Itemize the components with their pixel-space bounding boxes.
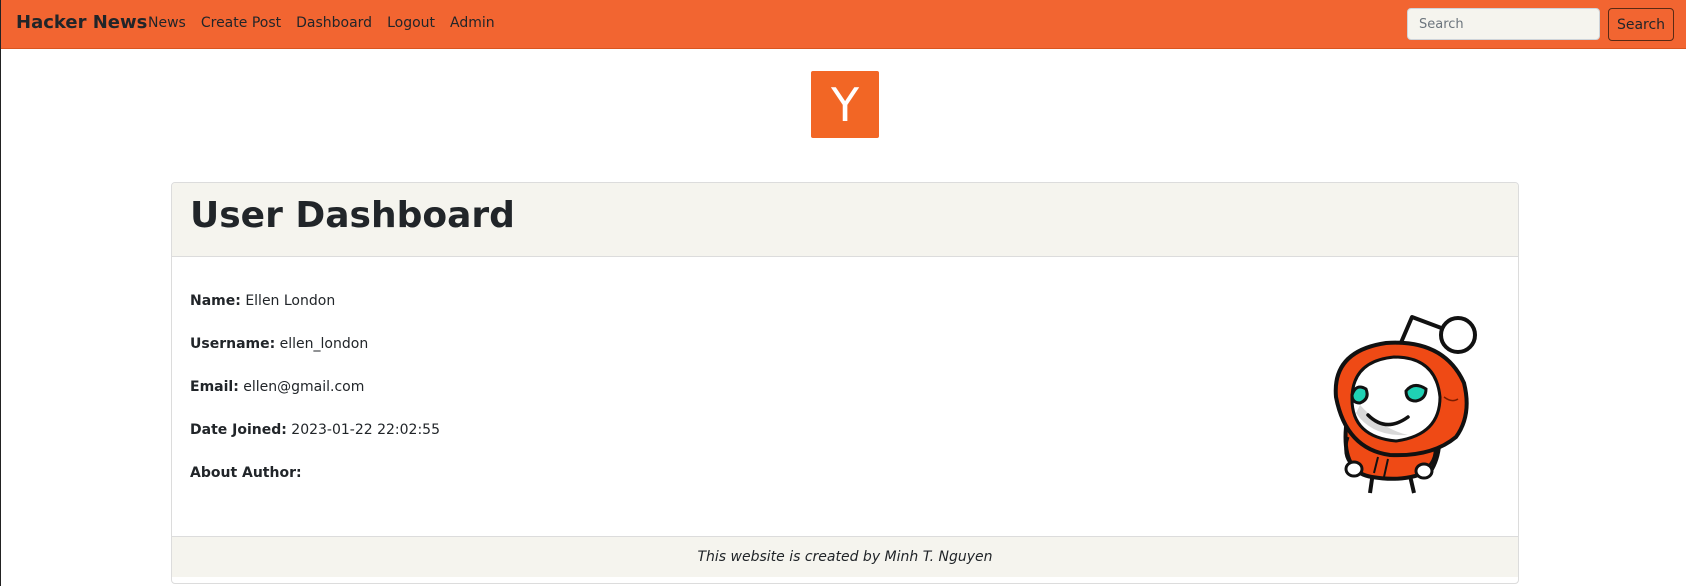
page-title: User Dashboard	[190, 195, 515, 236]
nav-link-logout[interactable]: Logout	[387, 15, 435, 31]
search-button[interactable]: Search	[1608, 8, 1674, 41]
nav-link-news[interactable]: News	[148, 15, 186, 31]
info-row-email: Email: ellen@gmail.com	[190, 379, 440, 422]
info-label: Username:	[190, 336, 276, 352]
info-label: Email:	[190, 379, 239, 395]
nav-links: News Create Post Dashboard Logout Admin	[148, 15, 495, 31]
nav-link-create-post[interactable]: Create Post	[201, 15, 281, 31]
info-label: Date Joined:	[190, 422, 287, 438]
search-input[interactable]	[1407, 8, 1600, 40]
reddit-snoo-mascot-icon	[1333, 315, 1477, 494]
info-row-username: Username: ellen_london	[190, 336, 440, 379]
info-value: ellen_london	[279, 336, 369, 352]
top-navbar: Hacker News News Create Post Dashboard L…	[1, 0, 1686, 49]
brand-link[interactable]: Hacker News	[16, 12, 147, 33]
logo-letter: Y	[830, 77, 860, 132]
info-row-about-author: About Author:	[190, 465, 440, 508]
info-row-date-joined: Date Joined: 2023-01-22 22:02:55	[190, 422, 440, 465]
info-row-name: Name: Ellen London	[190, 293, 440, 336]
y-combinator-logo-icon: Y	[811, 71, 879, 138]
nav-link-dashboard[interactable]: Dashboard	[296, 15, 372, 31]
card-header: User Dashboard	[172, 183, 1518, 257]
info-label: Name:	[190, 293, 241, 309]
footer-text: This website is created by Minh T. Nguye…	[697, 549, 993, 565]
info-label: About Author:	[190, 465, 302, 481]
nav-link-admin[interactable]: Admin	[450, 15, 495, 31]
info-value: 2023-01-22 22:02:55	[291, 422, 440, 438]
info-value: ellen@gmail.com	[243, 379, 365, 395]
user-info: Name: Ellen London Username: ellen_londo…	[190, 293, 440, 508]
user-dashboard-card: User Dashboard Name: Ellen London Userna…	[171, 182, 1519, 584]
card-footer: This website is created by Minh T. Nguye…	[172, 536, 1518, 577]
info-value: Ellen London	[245, 293, 336, 309]
